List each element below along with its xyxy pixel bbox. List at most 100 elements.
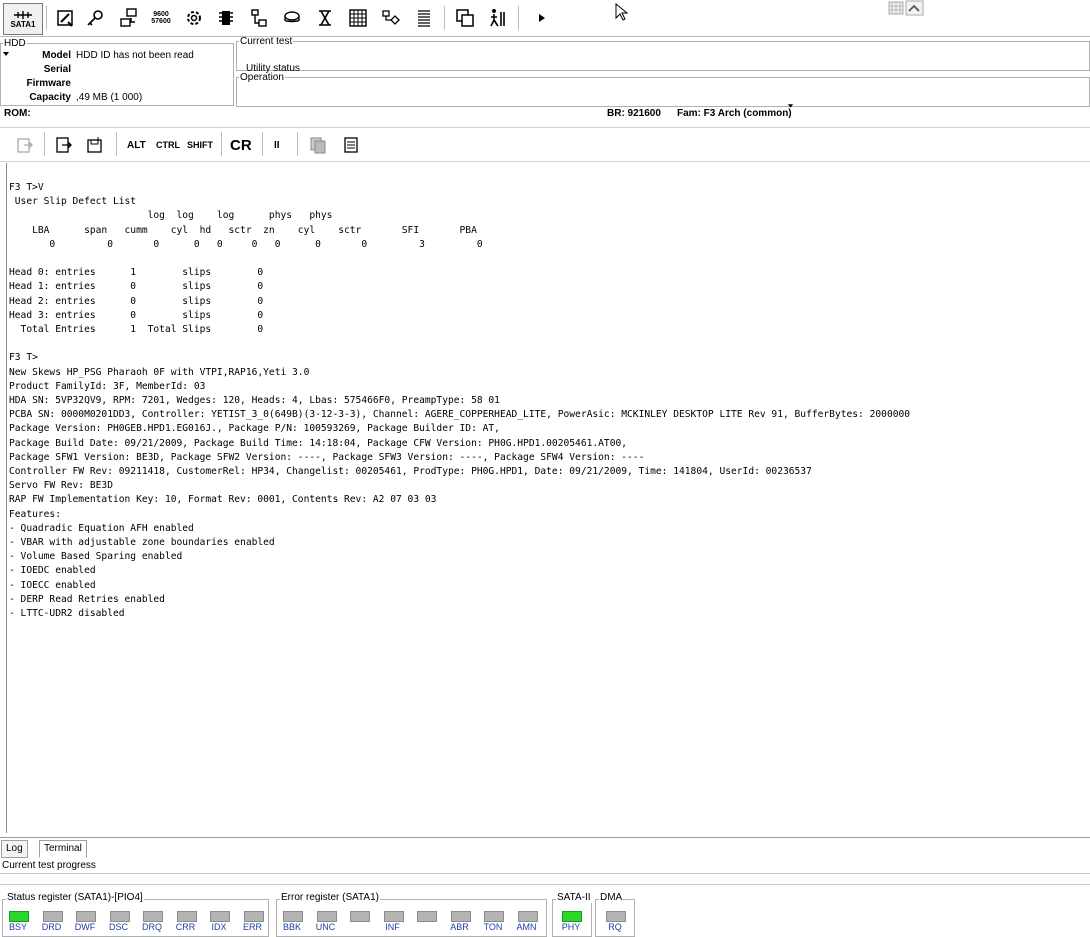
print-button[interactable] xyxy=(342,135,360,155)
led-dwf xyxy=(76,911,96,922)
led-label: PHY xyxy=(561,922,581,932)
led-unc xyxy=(316,911,337,922)
led-rq xyxy=(606,911,626,922)
windows-icon xyxy=(456,9,474,27)
sata-ii-panel: SATA-II PHY xyxy=(552,892,592,937)
save-icon xyxy=(87,137,102,153)
led-label: AMN xyxy=(516,922,537,932)
led-ton xyxy=(484,911,504,922)
led-label: DWF xyxy=(74,922,96,932)
capacity-label: Capacity xyxy=(29,92,71,103)
terminal-toolbar: ALT CTRL SHIFT CR II xyxy=(0,127,1090,162)
led-amn xyxy=(517,911,538,922)
open-icon xyxy=(56,137,72,153)
led-abr xyxy=(450,911,471,922)
led-label: ERR xyxy=(242,922,262,932)
print-icon xyxy=(344,137,358,153)
windows-button[interactable] xyxy=(452,5,478,31)
tab-terminal[interactable]: Terminal xyxy=(39,840,87,858)
key-icon xyxy=(87,10,103,26)
chip-button[interactable] xyxy=(213,5,239,31)
led-label: DRQ xyxy=(142,922,162,932)
grid-button[interactable] xyxy=(345,5,371,31)
led-label: CRR xyxy=(175,922,196,932)
sata-label: SATA1 xyxy=(10,19,36,29)
status-register-panel: Status register (SATA1)-[PIO4] BSY DRD DWF… xyxy=(2,892,269,937)
led-label: INF xyxy=(385,922,400,932)
led-dsc xyxy=(109,911,130,922)
main-toolbar: SATA1 9600 57600 xyxy=(0,0,1090,37)
error-register-title: Error register (SATA1) xyxy=(280,892,380,903)
led-inf xyxy=(383,911,404,922)
tools-icon xyxy=(57,10,73,27)
gear-icon xyxy=(187,11,201,25)
led-idx xyxy=(210,911,230,922)
dma-title: DMA xyxy=(599,892,624,903)
save-button[interactable] xyxy=(86,135,104,155)
export-icon xyxy=(17,138,33,153)
baud-rate-label: BR: 921600 xyxy=(607,108,661,119)
led-label: UNC xyxy=(315,922,336,932)
disk-icon xyxy=(284,11,300,23)
list-button[interactable] xyxy=(411,5,437,31)
shift-button[interactable]: SHIFT xyxy=(187,135,213,155)
sata-port-button[interactable]: SATA1 xyxy=(3,3,43,35)
model-label: Model xyxy=(42,50,71,61)
terminal-text: F3 T>V User Slip Defect List log log log… xyxy=(9,182,911,620)
hdd-firmware-row: Firmware xyxy=(6,78,231,92)
walk-button[interactable] xyxy=(484,5,510,31)
alt-button[interactable]: ALT xyxy=(127,135,146,155)
dma-panel: DMA RQ xyxy=(595,892,635,937)
led-crr xyxy=(176,911,197,922)
led-label: IDX xyxy=(211,922,227,932)
operation-legend: Operation xyxy=(240,72,284,83)
tab-log[interactable]: Log xyxy=(1,840,28,858)
run-button[interactable] xyxy=(528,5,554,31)
copy-icon xyxy=(310,137,326,154)
led-label: ABR xyxy=(450,922,469,932)
flowchart-button[interactable] xyxy=(378,5,404,31)
baud-button[interactable]: 9600 57600 xyxy=(148,5,174,31)
capacity-value: ,49 MB (1 000) xyxy=(76,92,143,103)
settings-button[interactable] xyxy=(181,5,207,31)
led-phy xyxy=(562,911,582,922)
pause-button[interactable]: II xyxy=(274,135,280,155)
walk-icon xyxy=(490,9,505,27)
led-bbk xyxy=(283,911,303,922)
list-icon xyxy=(418,10,430,27)
key-button[interactable] xyxy=(82,5,108,31)
cr-button[interactable]: CR xyxy=(230,135,252,155)
terminal-output[interactable]: F3 T>V User Slip Defect List log log log… xyxy=(6,163,1090,833)
tab-bar: Log Terminal xyxy=(0,837,1090,858)
baud-icon: 9600 57600 xyxy=(151,11,171,25)
hierarchy-button[interactable] xyxy=(246,5,272,31)
copy-button[interactable] xyxy=(309,135,327,155)
sata-ii-title: SATA-II xyxy=(556,892,592,903)
connector-icon xyxy=(14,10,32,19)
error-register-panel: Error register (SATA1) BBK UNC INF ABR TON AM… xyxy=(276,892,547,937)
serial-label: Serial xyxy=(43,64,71,75)
mouse-cursor-icon xyxy=(615,3,629,21)
grid-small-icon[interactable] xyxy=(888,1,904,15)
chevron-up-icon[interactable] xyxy=(905,0,924,16)
tools-button[interactable] xyxy=(53,5,79,31)
disk-button[interactable] xyxy=(279,5,305,31)
family-label: Fam: F3 Arch (common) xyxy=(677,108,792,119)
led-label: BBK xyxy=(282,922,301,932)
grid-icon xyxy=(349,9,367,27)
led-label: RQ xyxy=(608,922,622,932)
rom-label: ROM: xyxy=(4,108,31,119)
hourglass-button[interactable] xyxy=(312,5,338,31)
led-label: DRD xyxy=(41,922,62,932)
ctrl-button[interactable]: CTRL xyxy=(156,135,180,155)
hdd-model-row: Model HDD ID has not been read xyxy=(6,50,231,64)
network-icon xyxy=(120,8,137,27)
hourglass-icon xyxy=(319,10,331,26)
model-value: HDD ID has not been read xyxy=(76,50,194,61)
led-label: DSC xyxy=(108,922,128,932)
hdd-capacity-row: Capacity ,49 MB (1 000) xyxy=(6,92,231,106)
network-button[interactable] xyxy=(116,5,142,31)
export-button[interactable] xyxy=(16,135,34,155)
open-button[interactable] xyxy=(55,135,73,155)
current-test-legend: Current test xyxy=(240,36,293,47)
